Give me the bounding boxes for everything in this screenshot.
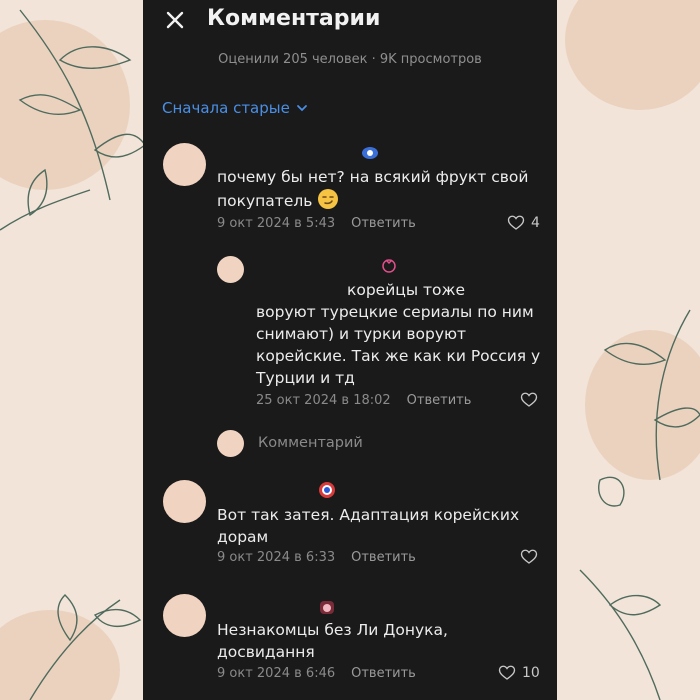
comment-date: 9 окт 2024 в 6:46 [217,666,336,681]
comment-meta: 9 окт 2024 в 6:33 Ответить [217,550,416,565]
comments-screen: Комментарии Оценили 205 человек · 9K про… [143,0,557,700]
heart-icon [507,215,525,230]
sort-dropdown[interactable]: Сначала старые [162,99,308,117]
user-badge-icon [319,482,335,498]
reply-text: корейцы тоже воруют турецкие сериалы по … [256,281,541,387]
reply-meta: 25 окт 2024 в 18:02 Ответить [256,393,471,408]
heart-icon [520,392,538,407]
like-count: 10 [522,665,540,681]
user-badge-icon [320,601,334,614]
post-stats: Оценили 205 человек · 9K просмотров [218,52,482,67]
sort-label: Сначала старые [162,99,290,117]
comment-date: 9 окт 2024 в 6:33 [217,550,336,565]
reply-button[interactable]: Ответить [351,550,416,565]
chevron-down-icon [296,105,307,112]
like-button[interactable] [520,548,538,566]
heart-icon [520,549,538,564]
like-button[interactable] [520,391,538,409]
avatar[interactable] [217,256,244,283]
page-title: Комментарии [207,6,381,31]
heart-icon [498,665,516,680]
like-button[interactable]: 10 [498,664,540,682]
comment-date: 9 окт 2024 в 5:43 [217,216,336,231]
reply-button[interactable]: Ответить [407,393,472,408]
comment-date: 25 окт 2024 в 18:02 [256,393,391,408]
avatar[interactable] [163,143,206,186]
comment-text: Незнакомцы без Ли Донука, досвидання [217,621,448,661]
avatar [217,430,244,457]
close-icon [166,11,184,29]
user-badge-icon [362,147,378,159]
reply-button[interactable]: Ответить [351,216,416,231]
header: Комментарии [143,0,557,44]
like-count: 4 [531,215,540,231]
reply-input[interactable]: Комментарий [258,435,363,451]
avatar[interactable] [163,594,206,637]
comment-meta: 9 окт 2024 в 6:46 Ответить [217,666,416,681]
user-badge-icon [382,259,396,273]
reply-button[interactable]: Ответить [351,666,416,681]
comment-text: почему бы нет? на всякий фрукт свой поку… [217,168,529,210]
like-button[interactable]: 4 [507,214,540,232]
comment-text: Вот так затея. Адаптация корейских дорам [217,506,520,546]
close-button[interactable] [163,8,187,32]
comment-meta: 9 окт 2024 в 5:43 Ответить [217,216,416,231]
avatar[interactable] [163,480,206,523]
smirk-face-icon [318,189,339,209]
